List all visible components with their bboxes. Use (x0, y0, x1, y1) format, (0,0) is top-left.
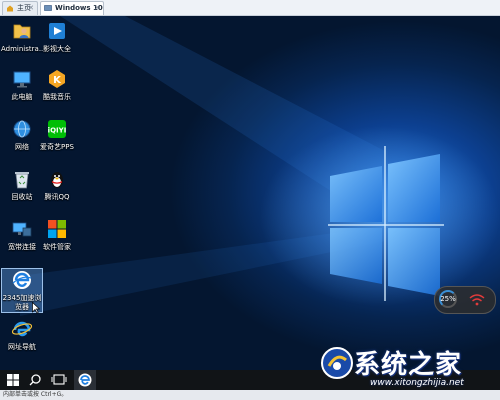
watermark-url: www.xitongzhijia.net (370, 378, 464, 388)
desktop-icon-video[interactable]: 影视大全 (36, 20, 78, 54)
user-folder-icon (11, 20, 33, 42)
watermark: 系统之家 www.xitongzhijia.net (318, 342, 498, 392)
desktop-icon-label: 网址导航 (8, 343, 36, 351)
tab-windows-10-x64[interactable]: Windows 10 x64 ✕ (40, 1, 104, 25)
watermark-logo-icon (321, 347, 353, 379)
broadband-icon (11, 218, 33, 240)
task-view-icon (51, 374, 67, 385)
2345-browser-icon (11, 269, 33, 291)
search-icon (29, 374, 41, 386)
desktop-icon-iqiyi[interactable]: iQIYI 爱奇艺PPS (36, 118, 78, 152)
desktop-icon-label: 爱奇艺PPS (40, 143, 74, 151)
close-icon[interactable]: ✕ (94, 2, 100, 15)
desktop-icon-ie[interactable]: 网址导航 (1, 318, 43, 352)
ie-icon (11, 318, 33, 340)
taskbar-browser[interactable] (74, 370, 96, 390)
home-icon (7, 5, 13, 12)
close-icon[interactable]: ✕ (28, 2, 34, 15)
browser-taskbar-icon (78, 373, 92, 387)
widget-percent: 25% (440, 295, 456, 303)
this-pc-icon (11, 68, 33, 90)
recycle-bin-icon (11, 168, 33, 190)
software-manager-icon (46, 218, 68, 240)
windows-start-icon (7, 374, 19, 386)
vm-icon (44, 5, 52, 11)
search-button[interactable] (24, 370, 46, 390)
desktop-icon-software-manager[interactable]: 软件管家 (36, 218, 78, 252)
tab-home[interactable]: 主页 ✕ (2, 1, 38, 15)
wifi-icon (469, 294, 485, 306)
desktop-icon-label: 软件管家 (43, 243, 71, 251)
desktop-icon-qq[interactable]: 腾讯QQ (36, 168, 78, 202)
svg-text:K: K (53, 75, 62, 86)
video-player-icon (46, 20, 68, 42)
network-icon (11, 118, 33, 140)
desktop-icon-kuwo[interactable]: K 酷我音乐 (36, 68, 78, 102)
speed-widget[interactable]: 25% (434, 286, 496, 314)
svg-text:iQIYI: iQIYI (48, 127, 67, 135)
vm-tab-bar: 主页 ✕ Windows 10 x64 ✕ (0, 0, 500, 25)
desktop-icon-label: 腾讯QQ (44, 193, 70, 201)
watermark-text: 系统之家 (354, 350, 463, 380)
mouse-cursor-icon (32, 302, 40, 314)
iqiyi-icon: iQIYI (46, 118, 68, 140)
desktop-icon-label: 酷我音乐 (43, 93, 71, 101)
desktop-icon-label: 影视大全 (43, 45, 71, 53)
desktop: Administra... 此电脑 网络 回收站 宽带连接 2345加速浏览器 … (0, 16, 500, 370)
qq-penguin-icon (46, 168, 68, 190)
kuwo-music-icon: K (46, 68, 68, 90)
task-view-button[interactable] (48, 370, 70, 390)
start-button[interactable] (2, 370, 24, 390)
